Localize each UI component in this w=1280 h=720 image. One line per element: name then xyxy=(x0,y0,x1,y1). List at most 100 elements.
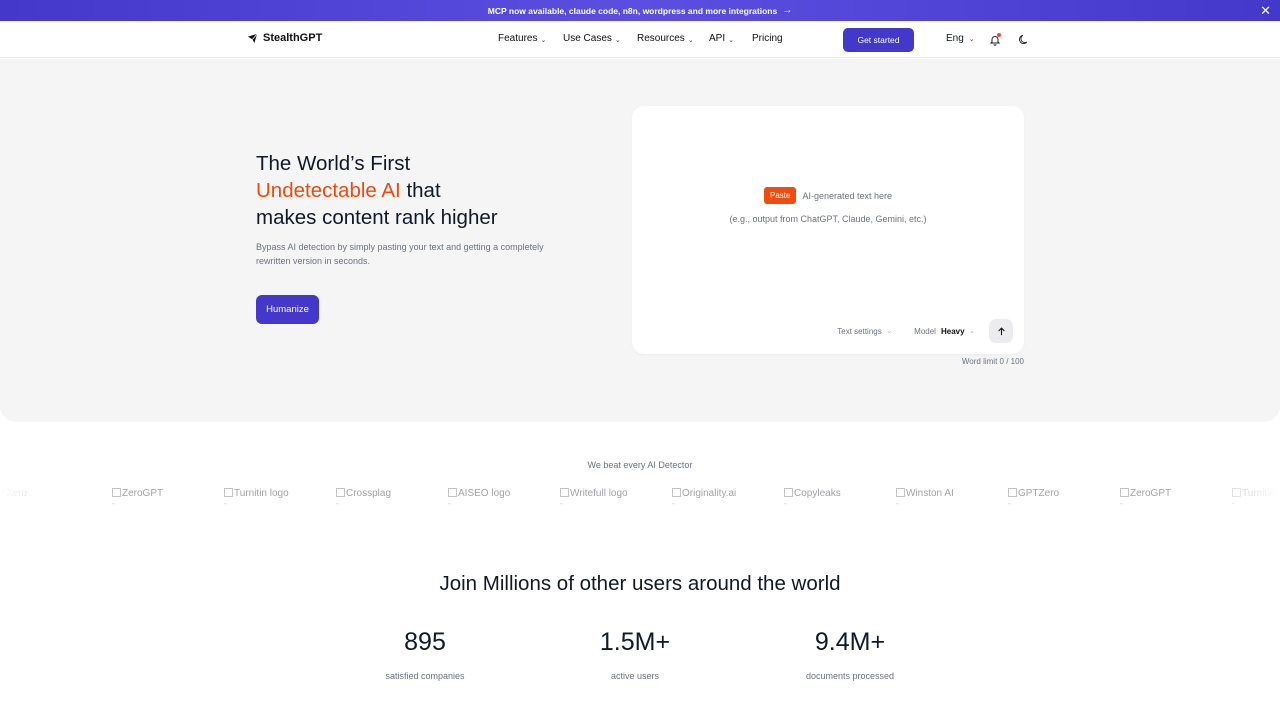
model-dropdown[interactable]: Model Heavy ⌄ xyxy=(914,327,975,336)
stat-companies: 895 satisfied companies xyxy=(325,628,525,681)
hero-title-accent: Undetectable AI xyxy=(256,179,401,202)
detector-logo-alt: Crossplag xyxy=(346,488,392,499)
detector-logo: ZeroGPT - xyxy=(1120,488,1171,509)
detector-logo-alt: Originality.ai xyxy=(682,488,737,499)
broken-image-icon xyxy=(336,488,345,497)
detector-logo-caption: - xyxy=(224,499,227,508)
get-started-button[interactable]: Get started xyxy=(843,28,914,52)
bell-icon[interactable] xyxy=(989,33,1001,46)
stat-documents: 9.4M+ documents processed xyxy=(750,628,950,681)
detector-logo-strip: GPTZero-ZeroGPT-Turnitin logo-Crossplag-… xyxy=(0,488,1280,514)
stats-heading: Join Millions of other users around the … xyxy=(439,572,841,595)
arrow-right-icon[interactable]: → xyxy=(782,5,792,16)
detector-logo: Winston AI - xyxy=(896,488,954,509)
menu-label: Resources xyxy=(637,33,685,44)
broken-image-icon xyxy=(1120,488,1129,497)
broken-image-icon xyxy=(784,488,793,497)
detector-logo-alt: ZeroGPT xyxy=(122,488,164,499)
paste-button[interactable]: Paste xyxy=(763,187,797,204)
broken-image-icon xyxy=(672,488,681,497)
chevron-down-icon: ⌄ xyxy=(687,36,694,44)
chevron-down-icon: ⌄ xyxy=(886,328,893,335)
detector-logo: ZeroGPT - xyxy=(112,488,163,509)
fade-right xyxy=(1190,488,1280,514)
moon-icon[interactable] xyxy=(1019,32,1030,44)
brand-name: StealthGPT xyxy=(263,32,323,44)
submit-button[interactable] xyxy=(989,319,1013,343)
detectors-heading: We beat every AI Detector xyxy=(587,460,693,470)
hero-title-line-2-rest: that xyxy=(400,179,441,202)
stat-value: 1.5M+ xyxy=(599,628,671,656)
hero-title: The World’s First Undetectable AI that m… xyxy=(256,150,498,231)
detector-logo-caption: - xyxy=(112,499,115,508)
brand-logo[interactable]: StealthGPT xyxy=(247,32,322,44)
chevron-down-icon: ⌄ xyxy=(728,36,734,44)
text-settings-dropdown[interactable]: Text settings ⌄ xyxy=(837,327,892,336)
detector-logo-caption: - xyxy=(560,499,563,508)
detector-logo-alt: Winston AI xyxy=(906,488,954,499)
detector-logo-alt: Writefull logo xyxy=(570,488,628,499)
announcement-bar: MCP now available, claude code, n8n, wor… xyxy=(0,0,1280,21)
announcement-text[interactable]: MCP now available, claude code, n8n, wor… xyxy=(488,6,777,16)
menu-features[interactable]: Features ⌄ xyxy=(498,33,563,44)
chevron-down-icon: ⌄ xyxy=(969,328,975,335)
detector-logo-alt: Copyleaks xyxy=(794,488,841,499)
menu-api[interactable]: API ⌄ xyxy=(709,33,752,44)
menu-label: Use Cases xyxy=(563,33,612,44)
stat-value: 9.4M+ xyxy=(814,628,886,656)
detector-logo: Writefull logo - xyxy=(560,488,628,509)
language-label: Eng xyxy=(946,33,964,44)
language-selector[interactable]: Eng ⌄ xyxy=(946,33,975,44)
detector-logo-caption: - xyxy=(784,499,787,508)
detector-logo: AISEO logo - xyxy=(448,488,510,509)
editor-toolbar: Text settings ⌄ Model Heavy ⌄ xyxy=(837,319,1013,343)
chevron-down-icon: ⌄ xyxy=(614,36,621,44)
detector-logo-alt: ZeroGPT xyxy=(1130,488,1172,499)
broken-image-icon xyxy=(1008,488,1017,497)
close-icon[interactable]: ✕ xyxy=(1260,3,1271,19)
menu-pricing[interactable]: Pricing xyxy=(752,33,783,44)
paste-row: Paste AI-generated text here xyxy=(632,187,1024,204)
humanize-button[interactable]: Humanize xyxy=(256,295,319,324)
chevron-down-icon: ⌄ xyxy=(968,35,975,43)
detector-logo-caption: - xyxy=(448,499,451,508)
main-menu: Features ⌄ Use Cases ⌄ Resources ⌄ API ⌄… xyxy=(498,33,783,44)
stat-users: 1.5M+ active users xyxy=(535,628,735,681)
stat-label: active users xyxy=(610,671,660,681)
detector-logo-caption: - xyxy=(1120,499,1123,508)
broken-image-icon xyxy=(448,488,457,497)
detector-logo-alt: Turnitin logo xyxy=(234,488,289,499)
detector-logo: Crossplag - xyxy=(336,488,391,509)
editor-hint: (e.g., output from ChatGPT, Claude, Gemi… xyxy=(729,214,927,224)
navbar: StealthGPT Features ⌄ Use Cases ⌄ Resour… xyxy=(0,21,1280,58)
detector-logo-alt: AISEO logo xyxy=(458,488,511,499)
broken-image-icon xyxy=(224,488,233,497)
menu-resources[interactable]: Resources ⌄ xyxy=(637,33,709,44)
hero-title-line-1: The World’s First xyxy=(256,152,411,175)
word-limit: Word limit 0 / 100 xyxy=(961,357,1024,366)
broken-image-icon xyxy=(112,488,121,497)
text-editor-card[interactable]: Paste AI-generated text here (e.g., outp… xyxy=(632,106,1024,354)
arrow-up-icon xyxy=(997,326,1005,335)
editor-placeholder[interactable]: AI-generated text here xyxy=(802,191,892,201)
hero-title-line-3: makes content rank higher xyxy=(256,206,498,229)
chevron-down-icon: ⌄ xyxy=(540,36,547,44)
detector-logo-caption: - xyxy=(1008,499,1011,508)
detector-logo: Originality.ai - xyxy=(672,488,736,509)
detector-logo-alt: GPTZero xyxy=(1018,488,1060,499)
detector-logo-caption: - xyxy=(896,499,899,508)
menu-label: Features xyxy=(498,33,538,44)
notification-dot xyxy=(997,33,1001,37)
menu-use-cases[interactable]: Use Cases ⌄ xyxy=(563,33,637,44)
model-label: Model xyxy=(914,326,936,336)
model-value: Heavy xyxy=(940,326,965,336)
hero-subtitle: Bypass AI detection by simply pasting yo… xyxy=(256,242,544,266)
detector-logo: GPTZero- xyxy=(1008,488,1059,509)
text-settings-label: Text settings xyxy=(837,326,882,336)
detector-logo-caption: - xyxy=(336,499,339,508)
detector-logo: Copyleaks - xyxy=(784,488,841,509)
menu-label: API xyxy=(709,33,726,44)
detector-logo: Turnitin logo- xyxy=(224,488,289,509)
stat-value: 895 xyxy=(404,628,446,656)
fade-left xyxy=(0,488,90,514)
